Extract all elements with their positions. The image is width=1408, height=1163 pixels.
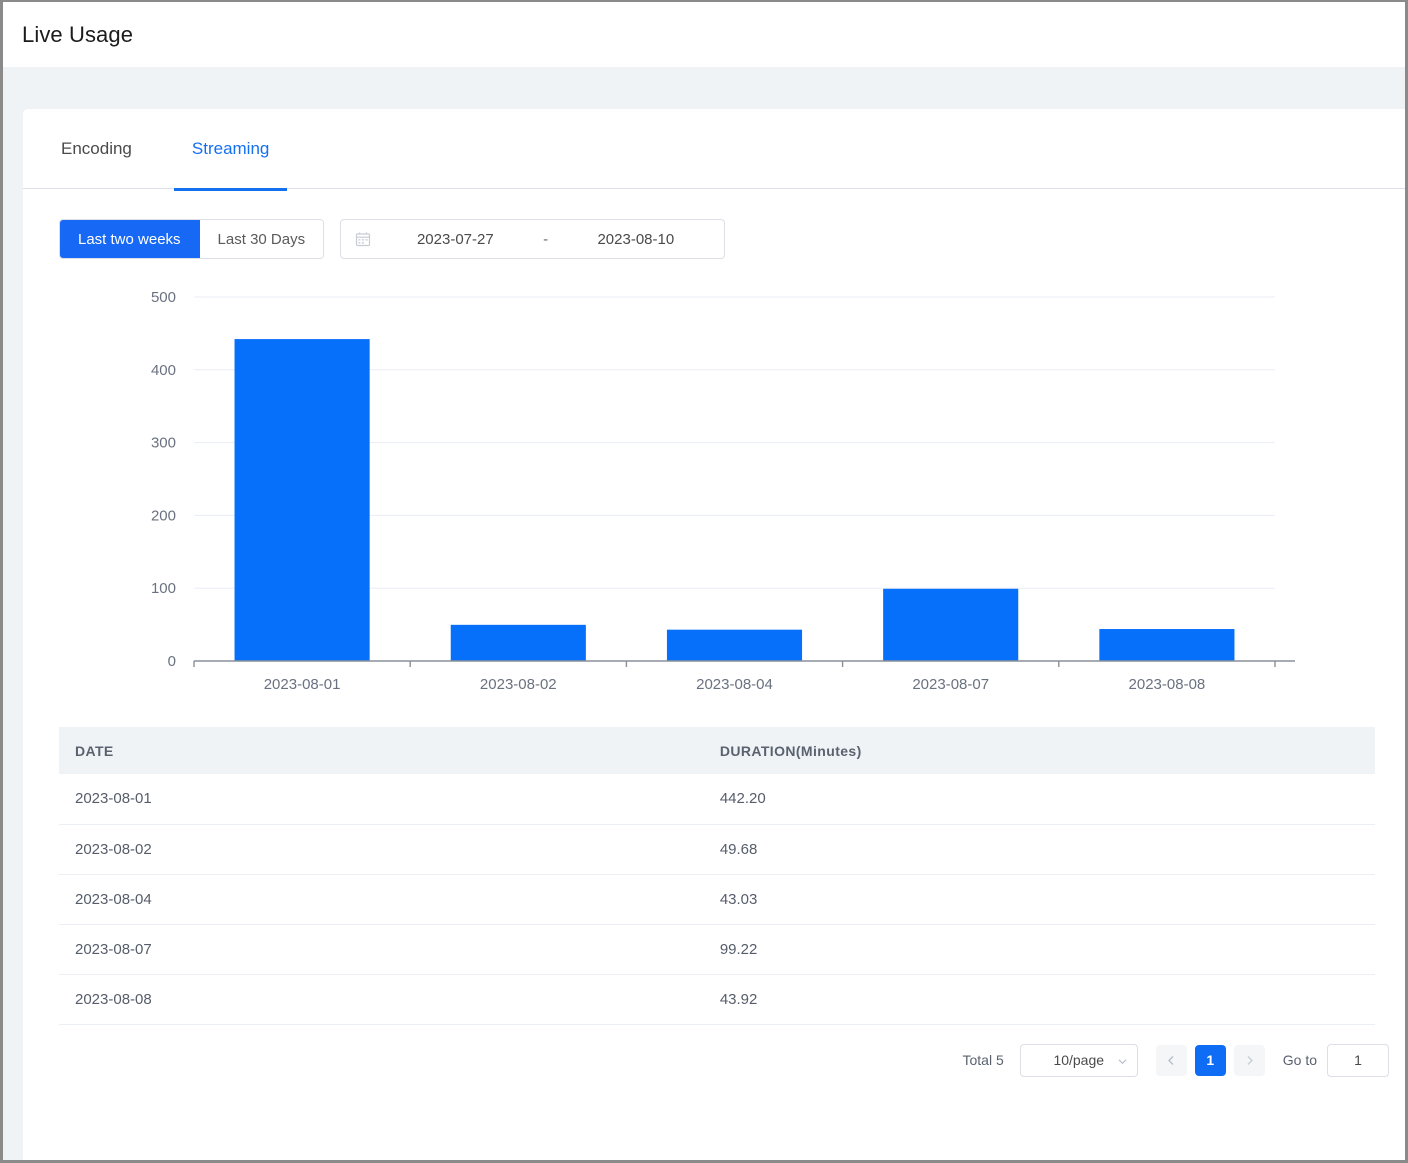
pagination-page-1-label: 1	[1206, 1052, 1215, 1068]
cell-date: 2023-08-01	[59, 774, 704, 825]
usage-table: DATE DURATION(Minutes) 2023-08-01 442.20 2…	[59, 727, 1375, 1025]
range-button-last-two-weeks-label: Last two weeks	[78, 230, 181, 248]
y-tick-label: 0	[168, 653, 176, 670]
filter-toolbar: Last two weeks Last 30 Days 2023-07-27 -…	[23, 189, 1405, 259]
chart-bar[interactable]	[666, 629, 803, 661]
page-size-label: 10/page	[1053, 1052, 1105, 1068]
range-button-last-30-days[interactable]: Last 30 Days	[199, 220, 324, 258]
date-range-start[interactable]: 2023-07-27	[377, 231, 534, 248]
x-tick-label: 2023-08-04	[696, 676, 773, 693]
calendar-icon	[355, 232, 371, 247]
usage-table-head: DATE DURATION(Minutes)	[59, 727, 1375, 774]
pagination-prev-button[interactable]	[1155, 1044, 1187, 1076]
app-window: Live Usage Encoding Streaming Last two w…	[0, 0, 1408, 1163]
date-range-picker[interactable]: 2023-07-27 - 2023-08-10	[340, 219, 726, 259]
chart-x-axis	[193, 660, 1295, 667]
y-tick-label: 200	[151, 507, 176, 524]
cell-date: 2023-08-02	[59, 824, 704, 875]
tab-encoding[interactable]: Encoding	[59, 109, 134, 189]
cell-duration: 43.03	[703, 874, 1375, 925]
usage-table-wrap: DATE DURATION(Minutes) 2023-08-01 442.20 2…	[59, 727, 1375, 1025]
chevron-down-icon	[1118, 1058, 1127, 1064]
column-header-duration[interactable]: DURATION(Minutes)	[703, 727, 1375, 774]
cell-duration: 49.68	[703, 824, 1375, 875]
cell-duration: 43.92	[703, 974, 1375, 1025]
pagination-total: Total 5	[962, 1052, 1004, 1068]
cell-date: 2023-08-04	[59, 874, 704, 925]
table-row[interactable]: 2023-08-08 43.92	[59, 974, 1375, 1025]
tab-streaming-label: Streaming	[191, 138, 270, 158]
chevron-right-icon	[1247, 1055, 1253, 1065]
usage-table-body: 2023-08-01 442.20 2023-08-02 49.68 2023-08-0…	[59, 774, 1375, 1025]
cell-date: 2023-08-08	[59, 974, 704, 1025]
x-tick-label: 2023-08-01	[264, 676, 341, 693]
cell-date: 2023-08-07	[59, 924, 704, 975]
tab-encoding-label: Encoding	[61, 138, 132, 158]
content-card: Encoding Streaming Last two weeks Last 3…	[23, 109, 1405, 1160]
y-tick-label: 300	[151, 435, 176, 452]
column-header-date[interactable]: DATE	[59, 727, 704, 774]
page-title: Live Usage	[22, 21, 134, 47]
pagination-goto-input[interactable]	[1327, 1043, 1389, 1077]
range-button-last-30-days-label: Last 30 Days	[217, 230, 306, 248]
pagination-next-button[interactable]	[1233, 1044, 1265, 1076]
table-row[interactable]: 2023-08-07 99.22	[59, 924, 1375, 975]
chart-bars	[234, 339, 1235, 661]
y-tick-label: 100	[151, 580, 176, 597]
range-toggle-group: Last two weeks Last 30 Days	[59, 219, 325, 259]
x-tick-label: 2023-08-02	[480, 676, 557, 693]
usage-bar-chart-svg: 0100200300400500 2023-08-01 2023-08-02 202…	[151, 289, 1295, 693]
table-row[interactable]: 2023-08-02 49.68	[59, 824, 1375, 875]
pagination: Total 5 10/page 1 Go to	[23, 1043, 1389, 1077]
x-tick-label: 2023-08-08	[1129, 676, 1206, 693]
range-button-last-two-weeks[interactable]: Last two weeks	[60, 220, 200, 258]
table-row[interactable]: 2023-08-04 43.03	[59, 874, 1375, 925]
chart-x-axis-labels: 2023-08-01 2023-08-02 2023-08-04 2023-08-07…	[264, 676, 1206, 693]
table-row[interactable]: 2023-08-01 442.20	[59, 774, 1375, 825]
date-range-separator: -	[543, 230, 549, 248]
x-tick-label: 2023-08-07	[912, 676, 989, 693]
tab-bar: Encoding Streaming	[23, 109, 1405, 191]
chevron-left-icon	[1167, 1055, 1174, 1065]
usage-table-header-row: DATE DURATION(Minutes)	[59, 727, 1375, 774]
chart-y-axis-labels: 0 100 200 300 400 500	[151, 289, 176, 670]
pagination-goto-label: Go to	[1282, 1052, 1317, 1068]
pagination-page-1[interactable]: 1	[1194, 1044, 1226, 1076]
chart-bar[interactable]	[234, 339, 370, 661]
y-tick-label: 400	[151, 362, 176, 379]
chart-bar[interactable]	[883, 588, 1019, 661]
usage-bar-chart: 0 100 200 300 400 500 2023-08-01 2023-08-02 202…	[23, 283, 1405, 703]
cell-duration: 442.20	[703, 774, 1375, 825]
header-spacer	[3, 67, 1405, 109]
page-header: Live Usage	[3, 2, 1405, 67]
chart-bar[interactable]	[450, 624, 586, 661]
tab-streaming[interactable]: Streaming	[173, 109, 288, 191]
chart-bar[interactable]	[1099, 629, 1235, 661]
page-size-select[interactable]: 10/page	[1019, 1043, 1138, 1077]
y-tick-label: 500	[151, 289, 176, 306]
date-range-end[interactable]: 2023-08-10	[558, 231, 715, 248]
cell-duration: 99.22	[703, 924, 1375, 975]
